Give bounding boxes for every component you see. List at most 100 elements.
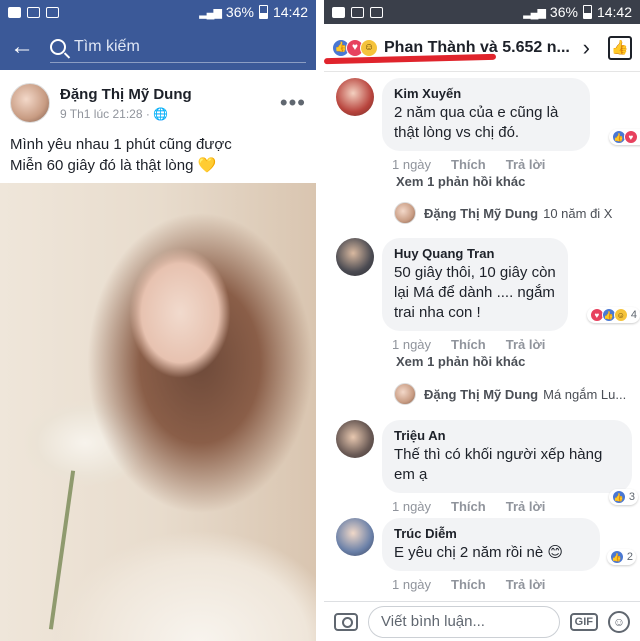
commenter-name[interactable]: Trúc Diễm	[394, 526, 588, 541]
comment-input-placeholder: Viết bình luận...	[381, 613, 485, 630]
back-arrow-icon[interactable]: ←	[10, 33, 40, 61]
chevron-right-icon[interactable]: ›	[583, 35, 590, 61]
commenter-avatar[interactable]	[336, 78, 374, 116]
post-time: 9 Th1 lúc 21:28 · 🌐	[60, 106, 169, 121]
camera-icon[interactable]	[334, 612, 358, 631]
status-bar: ▂▄▆ 36% 14:42	[324, 0, 640, 24]
comment-item: Trúc Diễm E yêu chị 2 năm rồi nè 😊 👍 2 1…	[336, 518, 636, 592]
signal-icon: ▂▄▆	[523, 6, 546, 19]
like-action[interactable]: Thích	[451, 499, 486, 514]
reply-preview[interactable]: Đặng Thị Mỹ Dung Má ngắm Lu...	[394, 381, 632, 407]
battery-percent: 36%	[549, 4, 578, 20]
comment-text: 2 năm qua của e cũng là thật lòng vs chị…	[394, 104, 559, 141]
like-action[interactable]: Thích	[451, 577, 486, 592]
comment-actions: 1 ngày Thích Trả lời	[392, 157, 632, 172]
image-icon	[46, 6, 59, 18]
post-text: Mình yêu nhau 1 phút cũng được Miễn 60 g…	[10, 134, 306, 176]
like-action[interactable]: Thích	[451, 337, 486, 352]
post-text-line1: Mình yêu nhau 1 phút cũng được	[10, 136, 232, 153]
comment-item: Kim Xuyến 2 năm qua của e cũng là thật l…	[336, 78, 640, 172]
clock: 14:42	[596, 4, 632, 20]
post-screen: ▂▄▆ 36% 14:42 ← Tìm kiếm Đặng Thị Mỹ Dun…	[0, 0, 316, 641]
like-icon: 👍	[611, 490, 626, 504]
battery-icon	[582, 5, 592, 19]
reactions-header[interactable]: 👍 ♥ ☺ Phan Thành và 5.652 n... › 👍	[324, 24, 640, 72]
status-bar: ▂▄▆ 36% 14:42	[0, 0, 316, 24]
reply-text: Má ngắm Lu...	[543, 386, 627, 402]
commenter-avatar[interactable]	[336, 518, 374, 556]
post-photo[interactable]	[0, 183, 316, 641]
see-more-replies[interactable]: Xem 1 phản hồi khác	[396, 174, 525, 189]
reply-author: Đặng Thị Mỹ Dung	[424, 386, 539, 402]
battery-percent: 36%	[225, 4, 254, 20]
reply-preview[interactable]: Đặng Thị Mỹ Dung 10 năm đi X	[394, 200, 632, 226]
comment-item: Huy Quang Tran 50 giây thôi, 10 giây còn…	[336, 238, 640, 352]
see-more-replies[interactable]: Xem 1 phản hồi khác	[396, 354, 525, 369]
commenter-avatar[interactable]	[336, 238, 374, 276]
image-icon	[370, 6, 383, 18]
comment-composer: Viết bình luận... GIF ☺	[324, 601, 640, 641]
reply-text: 10 năm đi X	[543, 205, 613, 221]
globe-icon: 🌐	[153, 106, 169, 121]
emoji-icon[interactable]: ☺	[608, 610, 630, 633]
notification-icon	[332, 6, 345, 18]
comment-reactions[interactable]: 👍 ♥ 5	[608, 129, 640, 145]
comment-bubble[interactable]: Kim Xuyến 2 năm qua của e cũng là thật l…	[382, 78, 640, 151]
comment-reactions[interactable]: ♥ 👍 ☺ 4	[586, 307, 640, 323]
comment-item: Triệu An Thế thì có khối người xếp hàng …	[336, 420, 638, 514]
haha-icon: ☺	[360, 38, 378, 57]
like-action[interactable]: Thích	[451, 157, 486, 172]
more-options-icon[interactable]: •••	[280, 90, 306, 116]
comment-text: 50 giây thôi, 10 giây còn lại Má để dành…	[394, 264, 556, 321]
yellow-heart-icon: 💛	[197, 157, 217, 174]
commenter-avatar[interactable]	[336, 420, 374, 458]
reply-action[interactable]: Trả lời	[506, 577, 546, 592]
screenshot-root: ▂▄▆ 36% 14:42 ← Tìm kiếm Đặng Thị Mỹ Dun…	[0, 0, 640, 641]
search-icon	[50, 38, 66, 55]
author-avatar[interactable]	[10, 83, 50, 123]
comment-actions: 1 ngày Thích Trả lời	[392, 577, 632, 592]
comment-text: Thế thì có khối người xếp hàng em ạ	[394, 446, 603, 483]
love-icon: ♥	[623, 130, 638, 144]
comment-actions: 1 ngày Thích Trả lời	[392, 337, 632, 352]
clock: 14:42	[272, 4, 308, 20]
panel-divider	[316, 0, 324, 641]
comment-text: E yêu chị 2 năm rồi nè 😊	[394, 544, 564, 561]
post-author[interactable]: Đặng Thị Mỹ Dung	[60, 86, 280, 103]
comment-reactions[interactable]: 👍 3	[608, 489, 638, 505]
reply-author: Đặng Thị Mỹ Dung	[424, 205, 539, 221]
notification-icon	[8, 6, 21, 18]
comment-bubble[interactable]: Triệu An Thế thì có khối người xếp hàng …	[382, 420, 638, 505]
comment-input[interactable]: Viết bình luận...	[368, 605, 560, 638]
gif-icon[interactable]: GIF	[569, 612, 598, 631]
comment-bubble[interactable]: Trúc Diễm E yêu chị 2 năm rồi nè 😊 👍 2	[382, 518, 636, 571]
message-icon	[351, 6, 364, 18]
signal-icon: ▂▄▆	[199, 6, 222, 19]
reply-action[interactable]: Trả lời	[506, 157, 546, 172]
battery-icon	[258, 5, 268, 19]
comment-time: 1 ngày	[392, 337, 432, 352]
comment-time: 1 ngày	[392, 499, 432, 514]
reply-action[interactable]: Trả lời	[506, 337, 546, 352]
comment-actions: 1 ngày Thích Trả lời	[392, 499, 632, 514]
comments-screen: ▂▄▆ 36% 14:42 👍 ♥ ☺ Phan Thành và 5.652 …	[324, 0, 640, 641]
comment-time: 1 ngày	[392, 577, 432, 592]
message-icon	[27, 6, 40, 18]
haha-icon: ☺	[613, 308, 628, 322]
like-icon: 👍	[609, 550, 624, 564]
post-text-line2: Miễn 60 giây đó là thật lòng	[10, 157, 194, 174]
comment-reactions[interactable]: 👍 2	[606, 549, 636, 565]
reply-avatar	[394, 383, 416, 405]
search-input[interactable]: Tìm kiếm	[50, 31, 306, 63]
commenter-name[interactable]: Triệu An	[394, 428, 620, 443]
search-placeholder: Tìm kiếm	[74, 37, 140, 55]
reply-action[interactable]: Trả lời	[506, 499, 546, 514]
reply-avatar	[394, 202, 416, 224]
post-header: Đặng Thị Mỹ Dung 9 Th1 lúc 21:28 · 🌐 •••	[10, 80, 306, 126]
like-button-icon[interactable]: 👍	[608, 35, 632, 60]
commenter-name[interactable]: Kim Xuyến	[394, 86, 578, 101]
commenter-name[interactable]: Huy Quang Tran	[394, 246, 556, 261]
search-header: ← Tìm kiếm	[0, 24, 316, 70]
comment-bubble[interactable]: Huy Quang Tran 50 giây thôi, 10 giây còn…	[382, 238, 640, 331]
comment-time: 1 ngày	[392, 157, 432, 172]
